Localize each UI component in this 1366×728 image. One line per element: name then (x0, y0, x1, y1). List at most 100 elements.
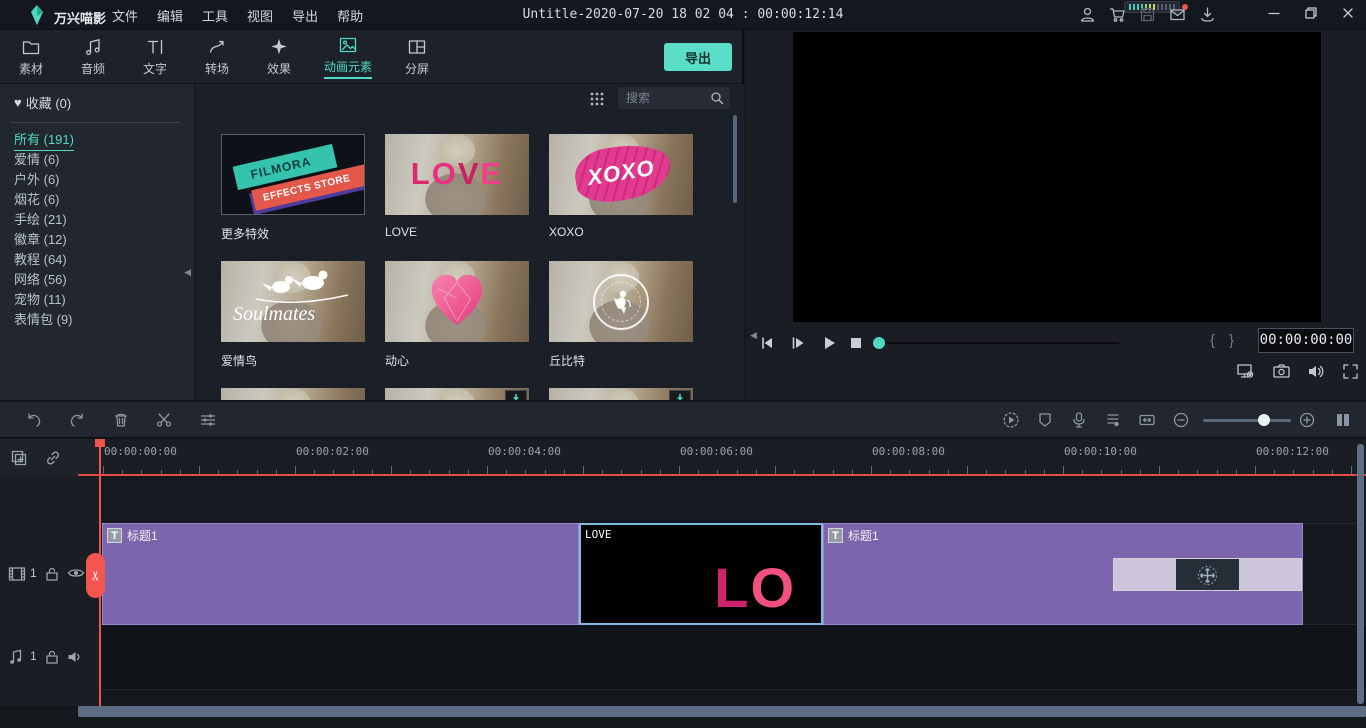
sidebar-category[interactable]: 表情包 (9) (0, 310, 194, 330)
tab-folder[interactable]: 素材 (0, 30, 62, 84)
download-icon[interactable] (1199, 6, 1216, 23)
track-manager-icon[interactable] (1334, 411, 1352, 429)
element-item[interactable] (221, 388, 365, 400)
menubar-item[interactable]: 工具 (202, 6, 228, 25)
save-icon[interactable] (1139, 6, 1156, 23)
tab-music[interactable]: 音频 (62, 30, 124, 84)
timeline-ruler[interactable]: 00:00:00:0000:00:02:0000:00:04:0000:00:0… (100, 439, 1366, 476)
search-icon[interactable] (710, 91, 724, 105)
search-input[interactable] (618, 91, 710, 105)
restore-icon[interactable] (1303, 5, 1319, 21)
export-button[interactable]: 导出 (664, 43, 732, 71)
record-voiceover-icon[interactable] (1070, 411, 1088, 429)
display-settings-icon[interactable] (1236, 362, 1255, 381)
tab-fx[interactable]: 效果 (248, 30, 310, 84)
grid-view-icon[interactable] (589, 91, 605, 107)
element-label: LOVE (385, 225, 529, 239)
element-item[interactable]: FILMORAEFFECTS STORE更多特效 (221, 134, 365, 242)
playhead-scissors-button[interactable]: ✂ (86, 553, 105, 598)
undo-icon[interactable] (25, 411, 43, 429)
sidebar-favorites[interactable]: ♥收藏 (0) (14, 93, 71, 112)
media-panel: 素材 音频 文字 转场 效果 动画元素 分屏 导出 ♥收藏 (0) (0, 30, 744, 400)
seek-bar[interactable] (877, 342, 1119, 344)
tab-transition[interactable]: 转场 (186, 30, 248, 84)
lock-icon[interactable] (45, 649, 59, 665)
empty-track-row[interactable] (100, 476, 1366, 523)
title-clip[interactable]: T标题1 (102, 523, 579, 625)
timeline-vertical-scrollbar[interactable] (1357, 444, 1364, 704)
next-frame-button[interactable] (789, 334, 807, 352)
sidebar-category[interactable]: 烟花 (6) (0, 190, 194, 210)
zoom-slider[interactable] (1203, 419, 1291, 422)
dragged-element-overlay[interactable] (1113, 558, 1302, 591)
mark-in-out-buttons[interactable]: {} (1210, 332, 1248, 349)
audio-track-row[interactable] (100, 625, 1366, 690)
lock-icon[interactable] (45, 566, 59, 582)
zoom-fit-icon[interactable] (1138, 411, 1156, 429)
timeline-header: 00:00:00:0000:00:02:0000:00:04:0000:00:0… (0, 439, 1366, 476)
close-icon[interactable] (1340, 5, 1356, 21)
add-track-icon[interactable] (10, 449, 28, 467)
menubar-item[interactable]: 帮助 (337, 6, 363, 25)
menubar-item[interactable]: 导出 (292, 6, 318, 25)
link-icon[interactable] (44, 449, 62, 467)
audio-track-icon (9, 649, 23, 665)
minimize-icon[interactable] (1266, 5, 1282, 21)
menubar-item[interactable]: 编辑 (157, 6, 183, 25)
element-clip-selected[interactable]: LOVE LO (579, 523, 823, 625)
element-item[interactable]: XOXOXOXO (549, 134, 693, 239)
snapshot-icon[interactable] (1272, 362, 1291, 381)
user-icon[interactable] (1079, 6, 1096, 23)
tab-image[interactable]: 动画元素 (310, 30, 386, 84)
mail-icon[interactable] (1169, 6, 1186, 23)
speaker-icon[interactable] (66, 649, 84, 665)
sidebar-category[interactable]: 户外 (6) (0, 170, 194, 190)
seek-handle[interactable] (873, 337, 885, 349)
sidebar-collapse-icon[interactable]: ◀ (184, 267, 191, 278)
audio-mixer-icon[interactable] (1104, 411, 1122, 429)
sidebar-category[interactable]: 徽章 (12) (0, 230, 194, 250)
zoom-out-icon[interactable] (1172, 411, 1190, 429)
redo-icon[interactable] (68, 411, 86, 429)
menubar-item[interactable]: 文件 (112, 6, 138, 25)
delete-icon[interactable] (112, 411, 130, 429)
volume-icon[interactable] (1306, 362, 1325, 381)
stop-button[interactable] (847, 334, 865, 352)
sidebar-category[interactable]: 所有 (191) (0, 130, 194, 150)
cut-icon[interactable] (155, 411, 173, 429)
element-item[interactable]: LOVELOVE (385, 134, 529, 239)
ruler-timecode: 00:00:10:00 (1064, 445, 1137, 458)
element-item[interactable] (385, 388, 529, 400)
cart-icon[interactable] (1109, 6, 1126, 23)
render-preview-icon[interactable] (1002, 411, 1020, 429)
title-badge-icon: T (107, 528, 122, 543)
overlay-segment (1114, 559, 1176, 590)
play-button[interactable] (820, 334, 838, 352)
previous-frame-button[interactable] (759, 334, 777, 352)
zoom-slider-handle[interactable] (1258, 414, 1270, 426)
element-thumbnail (221, 388, 365, 400)
mark-icon[interactable] (1036, 411, 1054, 429)
element-item[interactable]: 动心 (385, 261, 529, 369)
tab-split[interactable]: 分屏 (386, 30, 448, 84)
adjust-icon[interactable] (199, 411, 217, 429)
zoom-in-icon[interactable] (1298, 411, 1316, 429)
sidebar-category[interactable]: 爱情 (6) (0, 150, 194, 170)
timeline-horizontal-scrollbar[interactable] (78, 706, 1366, 717)
element-item[interactable]: Soulmates爱情鸟 (221, 261, 365, 369)
love-clip-graphic: LO (714, 560, 796, 616)
sidebar-category[interactable]: 宠物 (11) (0, 290, 194, 310)
element-item[interactable] (549, 388, 693, 400)
fullscreen-icon[interactable] (1341, 362, 1360, 381)
element-item[interactable]: 丘比特 (549, 261, 693, 369)
cupid-thumbnail (549, 261, 693, 342)
element-label: 动心 (385, 352, 529, 369)
overlay-center[interactable] (1176, 559, 1239, 590)
sidebar-category[interactable]: 网络 (56) (0, 270, 194, 290)
sidebar-category[interactable]: 教程 (64) (0, 250, 194, 270)
sidebar-category[interactable]: 手绘 (21) (0, 210, 194, 230)
content-scrollbar[interactable] (733, 115, 737, 203)
tab-text[interactable]: 文字 (124, 30, 186, 84)
ruler-timecode: 00:00:06:00 (680, 445, 753, 458)
menubar-item[interactable]: 视图 (247, 6, 273, 25)
